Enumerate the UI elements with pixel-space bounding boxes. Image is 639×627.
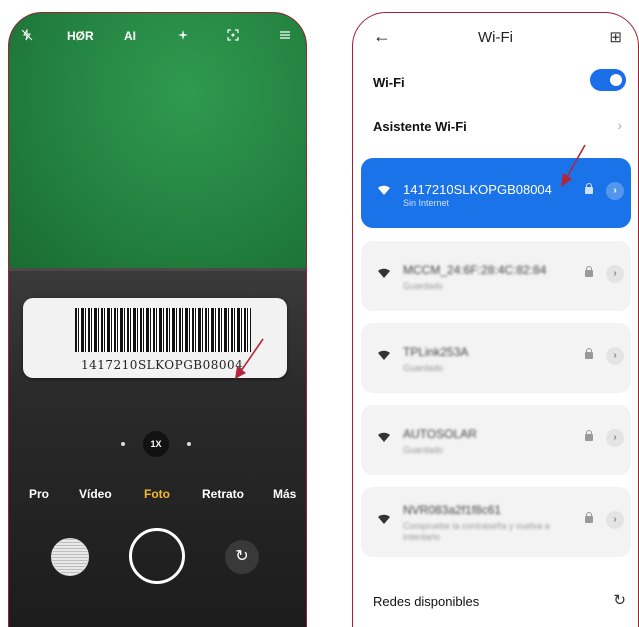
zoom-dot[interactable]: [187, 442, 191, 446]
network-name: 1417210SLKOPGB08004: [403, 182, 552, 197]
network-details-button[interactable]: ›: [606, 429, 624, 447]
wifi-phone: ← Wi-Fi ⊞ Wi-Fi Asistente Wi-Fi › 141721…: [352, 12, 639, 627]
lock-icon: [585, 512, 593, 523]
camera-viewfinder: [9, 13, 306, 278]
network-item[interactable]: AUTOSOLAR Guardado ›: [361, 405, 631, 475]
wifi-toggle[interactable]: [590, 69, 626, 91]
network-details-button[interactable]: ›: [606, 265, 624, 283]
lock-icon: [585, 430, 593, 441]
network-status: Guardado: [403, 445, 444, 455]
chevron-right-icon: ›: [617, 117, 622, 133]
zoom-control: 1X: [9, 431, 306, 457]
flash-off-icon[interactable]: [21, 28, 33, 44]
wifi-assistant-item[interactable]: Asistente Wi-Fi: [373, 119, 467, 134]
network-status: Compruebe la contraseña y vuelva a inten…: [403, 521, 550, 542]
wifi-signal-icon: [378, 185, 390, 195]
network-status: Guardado: [403, 281, 444, 291]
qr-scan-icon[interactable]: ⊞: [609, 28, 622, 46]
wifi-signal-icon: [378, 350, 390, 360]
camera-top-bar: HØR AI: [9, 27, 306, 45]
refresh-icon[interactable]: ↻: [613, 591, 626, 609]
page-title: Wi-Fi: [478, 29, 513, 46]
mode-pro[interactable]: Pro: [29, 487, 49, 501]
wifi-signal-icon: [378, 432, 390, 442]
mode-photo[interactable]: Foto: [144, 487, 170, 501]
network-details-button[interactable]: ›: [606, 182, 624, 200]
hdr-button[interactable]: HØR: [67, 29, 94, 43]
camera-phone: HØR AI 1417210SLKOPGB08004 1X Pro Vídeo …: [8, 12, 307, 627]
network-name: NVR083a2f1f8c61: [403, 503, 502, 517]
network-details-button[interactable]: ›: [606, 347, 624, 365]
network-item[interactable]: MCCM_24:6F:28:4C:82:84 Guardado ›: [361, 241, 631, 311]
network-status: Guardado: [403, 363, 444, 373]
pointer-arrow-icon: [561, 144, 586, 187]
focus-icon[interactable]: [227, 29, 239, 44]
zoom-dot[interactable]: [121, 442, 125, 446]
network-item[interactable]: TPLink253A Guardado ›: [361, 323, 631, 393]
network-name: MCCM_24:6F:28:4C:82:84: [403, 263, 547, 277]
mode-more[interactable]: Más: [273, 487, 296, 501]
network-details-button[interactable]: ›: [606, 511, 624, 529]
wifi-header: ← Wi-Fi ⊞: [353, 25, 638, 51]
gallery-thumbnail[interactable]: [51, 538, 89, 576]
shutter-button[interactable]: [129, 528, 185, 584]
wifi-signal-icon: [378, 514, 390, 524]
camera-mode-bar: Pro Vídeo Foto Retrato Más: [9, 485, 306, 505]
network-item[interactable]: NVR083a2f1f8c61 Compruebe la contraseña …: [361, 487, 631, 557]
pointer-arrow-icon: [235, 338, 264, 379]
menu-icon[interactable]: [279, 29, 291, 44]
lock-icon: [585, 348, 593, 359]
network-status: Sin Internet: [403, 198, 450, 208]
mode-portrait[interactable]: Retrato: [202, 487, 244, 501]
magic-icon[interactable]: [177, 29, 189, 44]
lock-icon: [585, 266, 593, 277]
wifi-signal-icon: [378, 268, 390, 278]
network-name: AUTOSOLAR: [403, 427, 477, 441]
network-name: TPLink253A: [403, 345, 469, 359]
ai-button[interactable]: AI: [124, 29, 136, 43]
mode-video[interactable]: Vídeo: [79, 487, 112, 501]
zoom-button[interactable]: 1X: [143, 431, 169, 457]
switch-camera-icon[interactable]: ↻: [225, 540, 259, 574]
available-networks-label: Redes disponibles: [373, 594, 480, 609]
